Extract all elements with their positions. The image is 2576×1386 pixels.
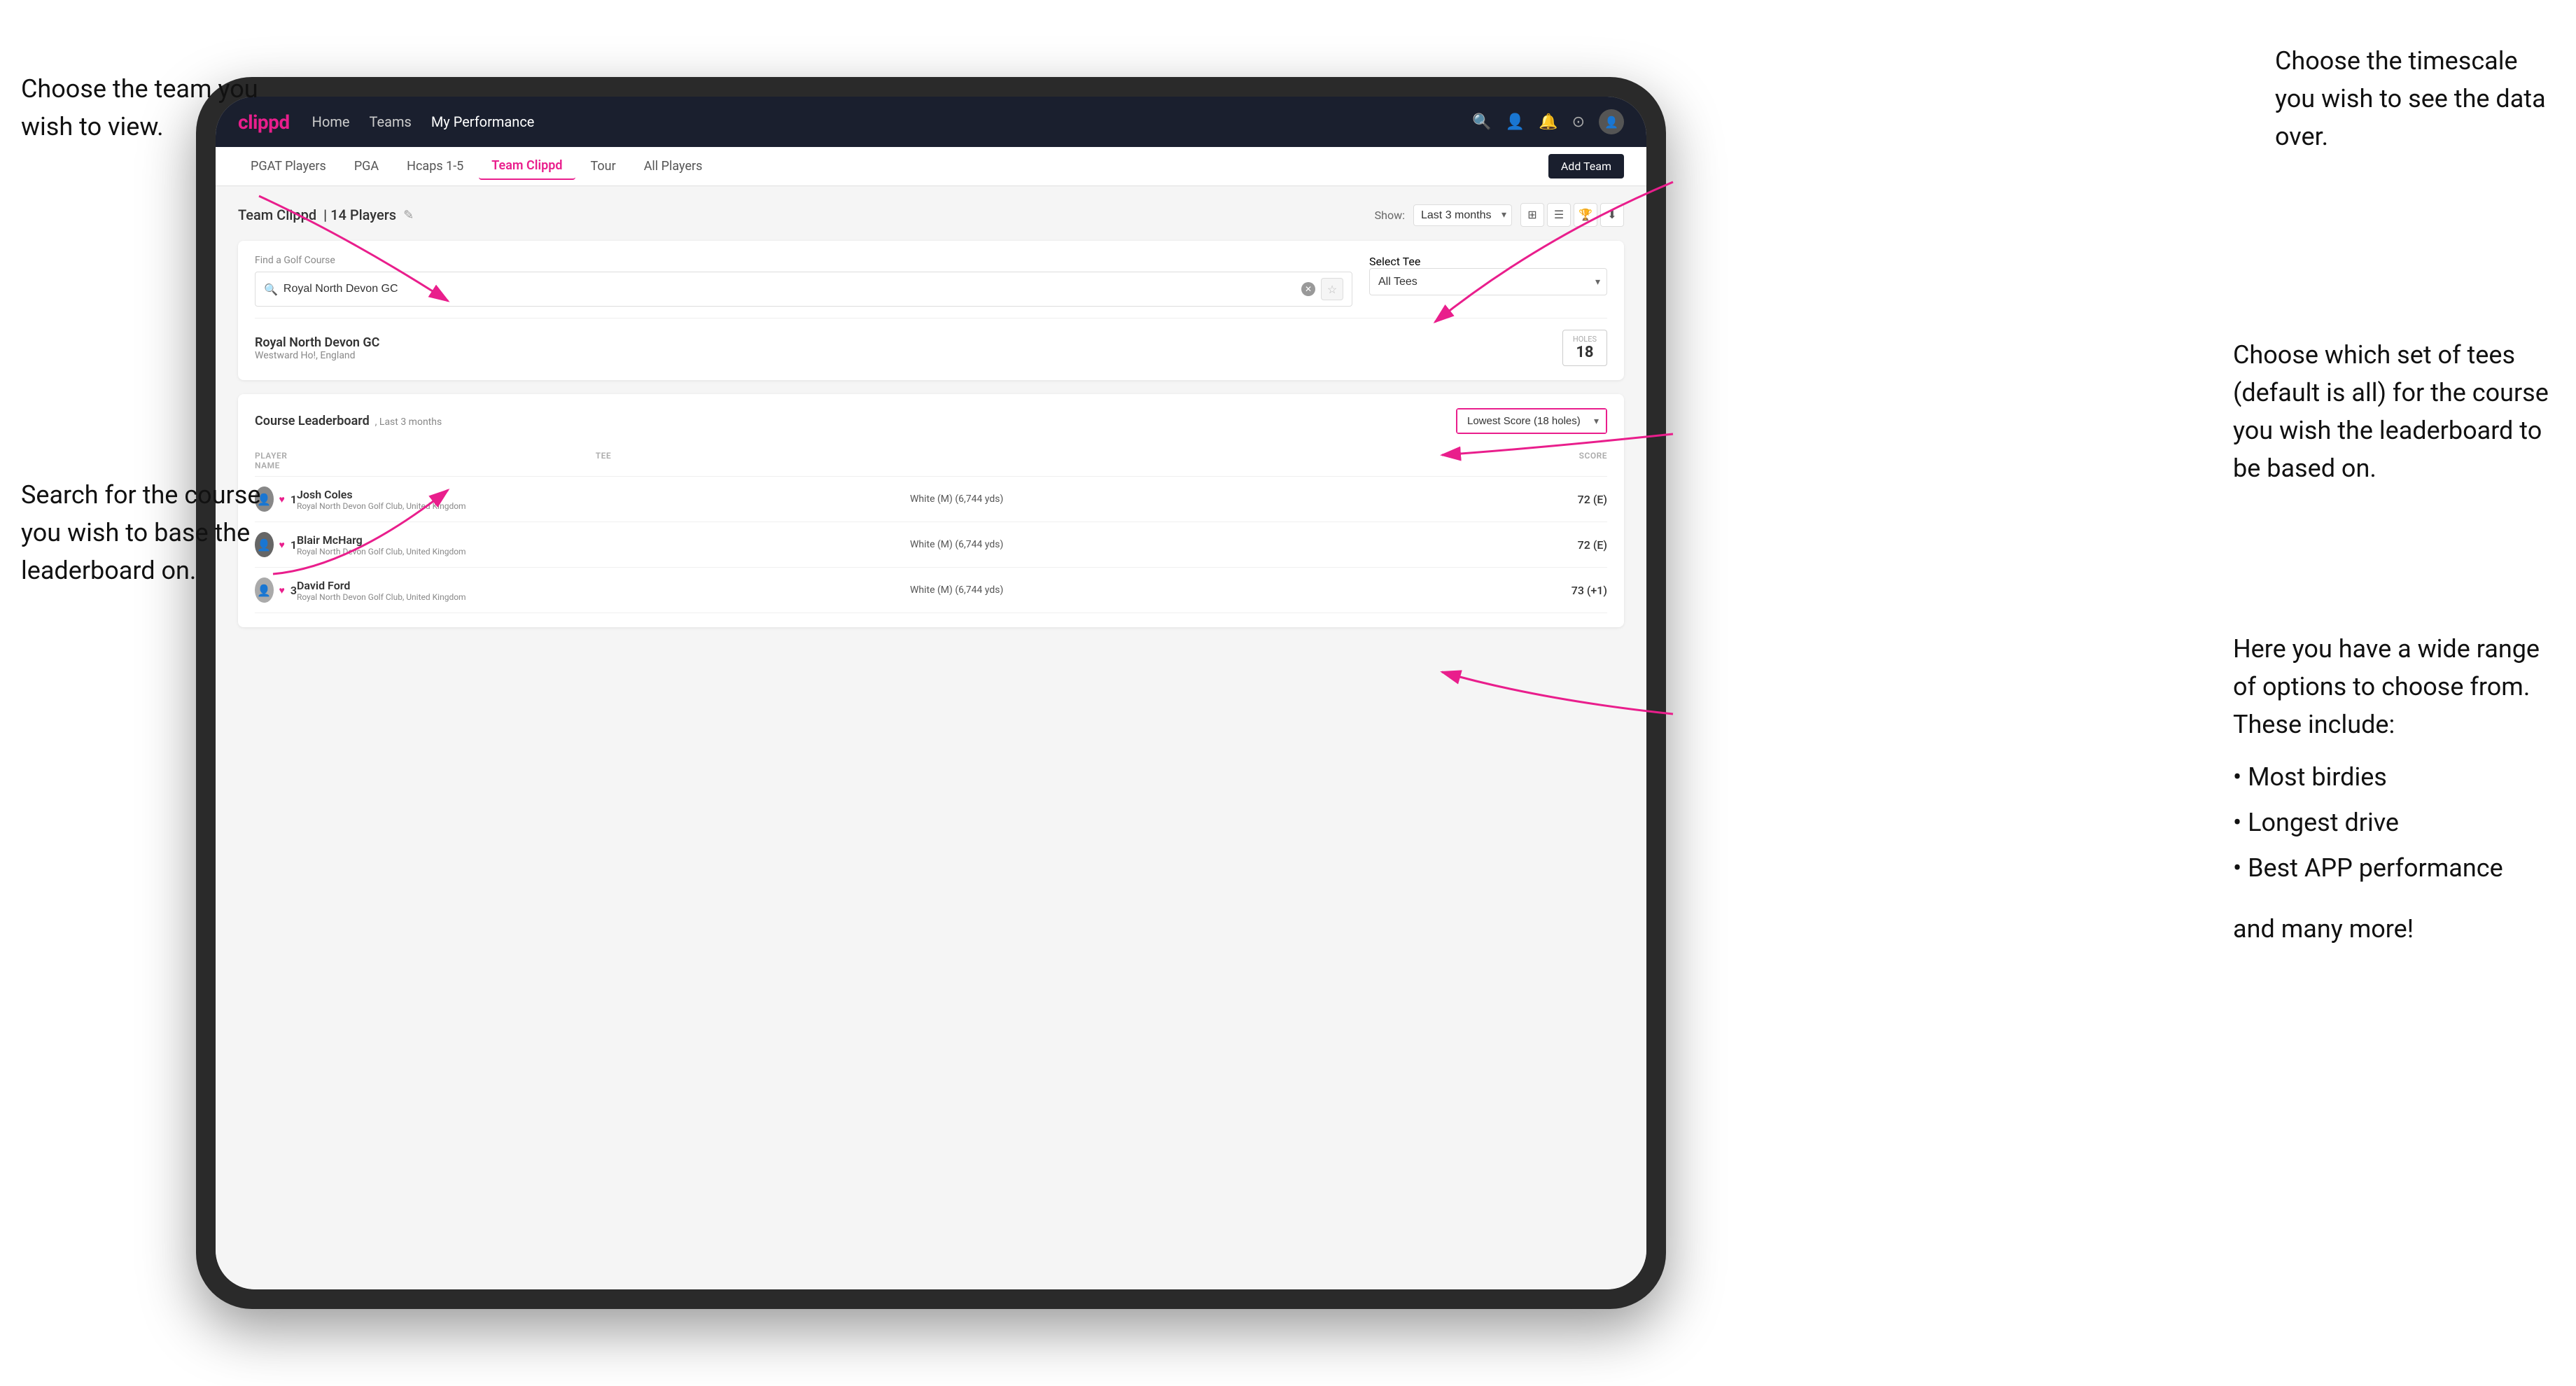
holes-label: Holes (1573, 335, 1597, 344)
edit-icon[interactable]: ✎ (403, 208, 414, 223)
search-card: Find a Golf Course 🔍 ✕ ☆ Select Tee Al (238, 241, 1624, 380)
leaderboard-header: Course Leaderboard , Last 3 months Lowes… (255, 408, 1607, 434)
find-course-label: Find a Golf Course (255, 255, 1352, 266)
course-location: Westward Ho!, England (255, 350, 379, 361)
player-details-1: Josh Coles Royal North Devon Golf Club, … (297, 488, 910, 511)
search-icon[interactable]: 🔍 (1472, 113, 1491, 131)
sub-nav-team-clippd[interactable]: Team Clippd (479, 153, 575, 180)
sub-nav-pgat[interactable]: PGAT Players (238, 153, 339, 179)
player-name-1: Josh Coles (297, 488, 910, 501)
find-course-col: Find a Golf Course 🔍 ✕ ☆ (255, 255, 1352, 307)
tee-col: Select Tee All Tees (1369, 255, 1607, 295)
score-1: 72 (E) (1523, 493, 1607, 506)
player-club-1: Royal North Devon Golf Club, United King… (297, 501, 910, 511)
add-team-button[interactable]: Add Team (1548, 154, 1624, 178)
player-club-2: Royal North Devon Golf Club, United King… (297, 547, 910, 556)
player-count: | 14 Players (323, 206, 396, 223)
tee-info-3: White (M) (6,744 yds) (910, 584, 1523, 596)
sub-nav-all-players[interactable]: All Players (631, 153, 715, 179)
annotation-middle-right: Choose which set of tees (default is all… (2233, 336, 2555, 487)
bell-icon[interactable]: 🔔 (1539, 113, 1558, 131)
avatar[interactable]: 👤 (1599, 109, 1624, 134)
team-name: Team Clippd (238, 206, 316, 223)
search-row: Find a Golf Course 🔍 ✕ ☆ Select Tee Al (255, 255, 1607, 307)
sub-nav-hcaps[interactable]: Hcaps 1-5 (394, 153, 476, 179)
sub-nav: PGAT Players PGA Hcaps 1-5 Team Clippd T… (216, 147, 1646, 186)
course-info: Royal North Devon GC Westward Ho!, Engla… (255, 335, 379, 361)
player-details-3: David Ford Royal North Devon Golf Club, … (297, 579, 910, 602)
holes-badge: Holes 18 (1562, 330, 1607, 366)
option-1: Most birdies (2233, 755, 2555, 800)
player-details-2: Blair McHarg Royal North Devon Golf Club… (297, 533, 910, 556)
nav-icons: 🔍 👤 🔔 ⊙ 👤 (1472, 109, 1624, 134)
course-search-input[interactable] (284, 283, 1296, 295)
score-dropdown-wrapper: Lowest Score (18 holes) (1456, 408, 1607, 434)
annotation-top-right: Choose the timescale you wish to see the… (2275, 42, 2555, 155)
and-more: and many more! (2233, 910, 2555, 948)
search-input-wrapper: 🔍 ✕ ☆ (255, 272, 1352, 307)
sub-nav-tour[interactable]: Tour (578, 153, 629, 179)
leaderboard-table: PLAYER NAME TEE SCORE 👤 ♥ 1 Josh (255, 445, 1607, 613)
star-button[interactable]: ☆ (1321, 278, 1343, 300)
leaderboard-subtitle: , Last 3 months (375, 416, 442, 428)
tee-info-2: White (M) (6,744 yds) (910, 539, 1523, 550)
timescale-dropdown-wrapper: Last 3 months (1413, 204, 1512, 226)
settings-icon[interactable]: ⊙ (1572, 113, 1585, 131)
course-name: Royal North Devon GC (255, 335, 379, 350)
holes-value: 18 (1573, 344, 1597, 361)
trophy-view-button[interactable]: 🏆 (1574, 203, 1597, 227)
list-view-button[interactable]: ☰ (1547, 203, 1571, 227)
tablet-screen: clippd Home Teams My Performance 🔍 👤 🔔 ⊙… (216, 97, 1646, 1289)
table-row: 👤 ♥ 3 David Ford Royal North Devon Golf … (255, 568, 1607, 613)
options-list: Most birdies Longest drive Best APP perf… (2233, 755, 2555, 890)
nav-home[interactable]: Home (312, 113, 350, 130)
leaderboard-card: Course Leaderboard , Last 3 months Lowes… (238, 394, 1624, 627)
nav-my-performance[interactable]: My Performance (431, 113, 535, 130)
users-icon[interactable]: 👤 (1506, 113, 1525, 131)
clear-search-button[interactable]: ✕ (1301, 282, 1315, 296)
grid-view-button[interactable]: ⊞ (1520, 203, 1544, 227)
player-name-3: David Ford (297, 579, 910, 592)
annotation-top-left: Choose the team you wish to view. (21, 70, 259, 146)
score-2: 72 (E) (1523, 538, 1607, 552)
col-player-name: PLAYER NAME (255, 451, 297, 470)
tee-dropdown[interactable]: All Tees (1369, 268, 1607, 295)
team-title: Team Clippd | 14 Players ✎ (238, 206, 414, 223)
table-row: 👤 ♥ 1 Josh Coles Royal North Devon Golf … (255, 477, 1607, 522)
option-3: Best APP performance (2233, 846, 2555, 891)
col-score: SCORE (1523, 451, 1607, 470)
course-result: Royal North Devon GC Westward Ho!, Engla… (255, 318, 1607, 366)
nav-bar: clippd Home Teams My Performance 🔍 👤 🔔 ⊙… (216, 97, 1646, 147)
team-controls: Show: Last 3 months ⊞ ☰ 🏆 ⬇ (1375, 203, 1624, 227)
tablet-frame: clippd Home Teams My Performance 🔍 👤 🔔 ⊙… (196, 77, 1666, 1309)
col-tee: TEE (297, 451, 910, 470)
tee-dropdown-wrapper: All Tees (1369, 268, 1607, 295)
main-content: Team Clippd | 14 Players ✎ Show: Last 3 … (216, 186, 1646, 1289)
view-icons: ⊞ ☰ 🏆 ⬇ (1520, 203, 1624, 227)
player-club-3: Royal North Devon Golf Club, United King… (297, 592, 910, 602)
team-header: Team Clippd | 14 Players ✎ Show: Last 3 … (238, 203, 1624, 227)
show-label: Show: (1375, 209, 1405, 222)
score-type-dropdown[interactable]: Lowest Score (18 holes) (1457, 410, 1606, 433)
download-button[interactable]: ⬇ (1600, 203, 1624, 227)
search-icon: 🔍 (264, 283, 278, 296)
nav-teams[interactable]: Teams (370, 113, 412, 130)
leaderboard-title: Course Leaderboard (255, 414, 370, 428)
score-3: 73 (+1) (1523, 584, 1607, 597)
leaderboard-title-area: Course Leaderboard , Last 3 months (255, 414, 442, 428)
annotation-middle-left: Search for the course you wish to base t… (21, 476, 287, 589)
table-header: PLAYER NAME TEE SCORE (255, 445, 1607, 477)
select-tee-label: Select Tee (1369, 255, 1420, 268)
annotation-bottom-right: Here you have a wide range of options to… (2233, 630, 2555, 948)
tee-info-1: White (M) (6,744 yds) (910, 493, 1523, 505)
option-2: Longest drive (2233, 800, 2555, 846)
sub-nav-pga[interactable]: PGA (342, 153, 391, 179)
player-name-2: Blair McHarg (297, 533, 910, 547)
table-row: 👤 ♥ 1 Blair McHarg Royal North Devon Gol… (255, 522, 1607, 568)
nav-links: Home Teams My Performance (312, 113, 1450, 130)
timescale-dropdown[interactable]: Last 3 months (1413, 204, 1512, 226)
